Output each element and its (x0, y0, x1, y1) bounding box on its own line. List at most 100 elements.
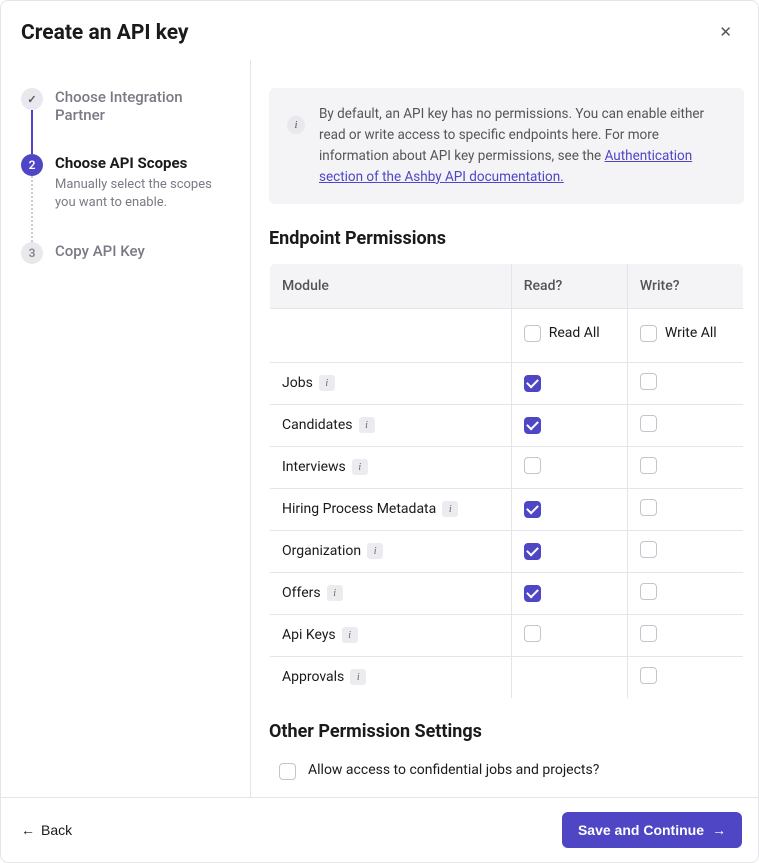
read-checkbox[interactable] (524, 375, 541, 392)
table-row: Interviewsi (270, 446, 744, 488)
read-cell (511, 488, 627, 530)
step-connector (31, 176, 33, 242)
setting-row: Allow access to confidential jobs and pr… (269, 756, 744, 786)
endpoint-permissions-title: Endpoint Permissions (269, 228, 744, 249)
write-checkbox[interactable] (640, 373, 657, 390)
step-content: Choose Integration Partner (55, 88, 230, 124)
write-cell (627, 656, 743, 698)
setting-text: Allow access to confidential jobs and pr… (308, 762, 734, 778)
close-button[interactable]: ✕ (713, 19, 738, 46)
info-icon[interactable]: i (342, 627, 358, 643)
table-row: Approvals i (270, 656, 744, 698)
arrow-right-icon (712, 822, 726, 838)
check-icon (27, 92, 36, 106)
steps-sidebar: Choose Integration Partner 2 Choose API … (1, 60, 251, 797)
arrow-left-icon (21, 822, 35, 838)
step-number-icon: 3 (21, 242, 43, 264)
write-checkbox[interactable] (640, 625, 657, 642)
write-checkbox[interactable] (640, 415, 657, 432)
table-header-row: Module Read? Write? (270, 263, 744, 308)
column-header-read: Read? (511, 263, 627, 308)
write-cell (627, 446, 743, 488)
read-all-checkbox[interactable] (524, 325, 541, 342)
module-label: Offers (282, 585, 321, 601)
main-content: i By default, an API key has no permissi… (251, 60, 758, 797)
column-header-module: Module (270, 263, 512, 308)
read-checkbox[interactable] (524, 585, 541, 602)
back-label: Back (41, 822, 72, 838)
back-button[interactable]: Back (17, 816, 76, 844)
write-cell (627, 614, 743, 656)
module-label: Api Keys (282, 627, 336, 643)
create-api-key-modal: Create an API key ✕ Choose Integration P… (0, 0, 759, 863)
module-label: Organization (282, 543, 361, 559)
module-cell: Approvals i (270, 656, 512, 698)
read-all-control[interactable]: Read All (524, 325, 600, 342)
read-cell (511, 572, 627, 614)
module-label: Jobs (282, 375, 313, 391)
read-checkbox[interactable] (524, 417, 541, 434)
setting-label: Allow access to confidential jobs and pr… (308, 762, 734, 778)
write-cell (627, 362, 743, 404)
setting-checkbox[interactable] (279, 763, 296, 780)
read-checkbox[interactable] (524, 543, 541, 560)
write-cell (627, 404, 743, 446)
modal-title: Create an API key (21, 21, 189, 45)
table-row: Hiring Process Metadata i (270, 488, 744, 530)
permissions-table: Module Read? Write? Read All (269, 263, 744, 699)
read-all-cell: Read All (511, 308, 627, 362)
module-label: Candidates (282, 417, 353, 433)
other-settings-title: Other Permission Settings (269, 721, 744, 742)
info-box: i By default, an API key has no permissi… (269, 88, 744, 204)
write-all-control[interactable]: Write All (640, 325, 717, 342)
module-cell: Offersi (270, 572, 512, 614)
module-cell: Candidates i (270, 404, 512, 446)
module-label: Approvals (282, 669, 344, 685)
module-cell: Hiring Process Metadata i (270, 488, 512, 530)
read-cell (511, 656, 627, 698)
info-text: By default, an API key has no permission… (319, 104, 726, 188)
info-icon[interactable]: i (350, 669, 366, 685)
info-icon[interactable]: i (367, 543, 383, 559)
step-connector (31, 110, 33, 154)
write-cell (627, 572, 743, 614)
step-copy-api-key[interactable]: 3 Copy API Key (21, 242, 230, 264)
read-checkbox[interactable] (524, 501, 541, 518)
write-all-cell: Write All (627, 308, 743, 362)
step-content: Choose API Scopes Manually select the sc… (55, 154, 230, 212)
write-cell (627, 530, 743, 572)
info-icon[interactable]: i (327, 585, 343, 601)
read-cell (511, 446, 627, 488)
step-choose-integration-partner[interactable]: Choose Integration Partner (21, 88, 230, 124)
step-completed-icon (21, 88, 43, 110)
write-checkbox[interactable] (640, 499, 657, 516)
column-header-write: Write? (627, 263, 743, 308)
table-row: Candidates i (270, 404, 744, 446)
modal-footer: Back Save and Continue (1, 797, 758, 862)
info-icon[interactable]: i (319, 375, 335, 391)
step-description: Manually select the scopes you want to e… (55, 176, 230, 212)
table-row: Jobsi (270, 362, 744, 404)
module-cell: Interviewsi (270, 446, 512, 488)
info-icon[interactable]: i (442, 501, 458, 517)
step-title: Choose API Scopes (55, 154, 230, 172)
table-row: Organization i (270, 530, 744, 572)
write-checkbox[interactable] (640, 457, 657, 474)
read-write-all-row: Read All Write All (270, 308, 744, 362)
write-checkbox[interactable] (640, 583, 657, 600)
write-checkbox[interactable] (640, 667, 657, 684)
read-cell (511, 530, 627, 572)
read-checkbox[interactable] (524, 457, 541, 474)
info-icon[interactable]: i (359, 417, 375, 433)
write-all-label: Write All (665, 325, 717, 341)
module-label: Hiring Process Metadata (282, 501, 436, 517)
write-all-checkbox[interactable] (640, 325, 657, 342)
save-continue-button[interactable]: Save and Continue (562, 812, 742, 848)
write-checkbox[interactable] (640, 541, 657, 558)
read-checkbox[interactable] (524, 625, 541, 642)
step-choose-api-scopes[interactable]: 2 Choose API Scopes Manually select the … (21, 154, 230, 212)
info-icon[interactable]: i (352, 459, 368, 475)
read-cell (511, 362, 627, 404)
empty-cell (270, 308, 512, 362)
step-number-icon: 2 (21, 154, 43, 176)
